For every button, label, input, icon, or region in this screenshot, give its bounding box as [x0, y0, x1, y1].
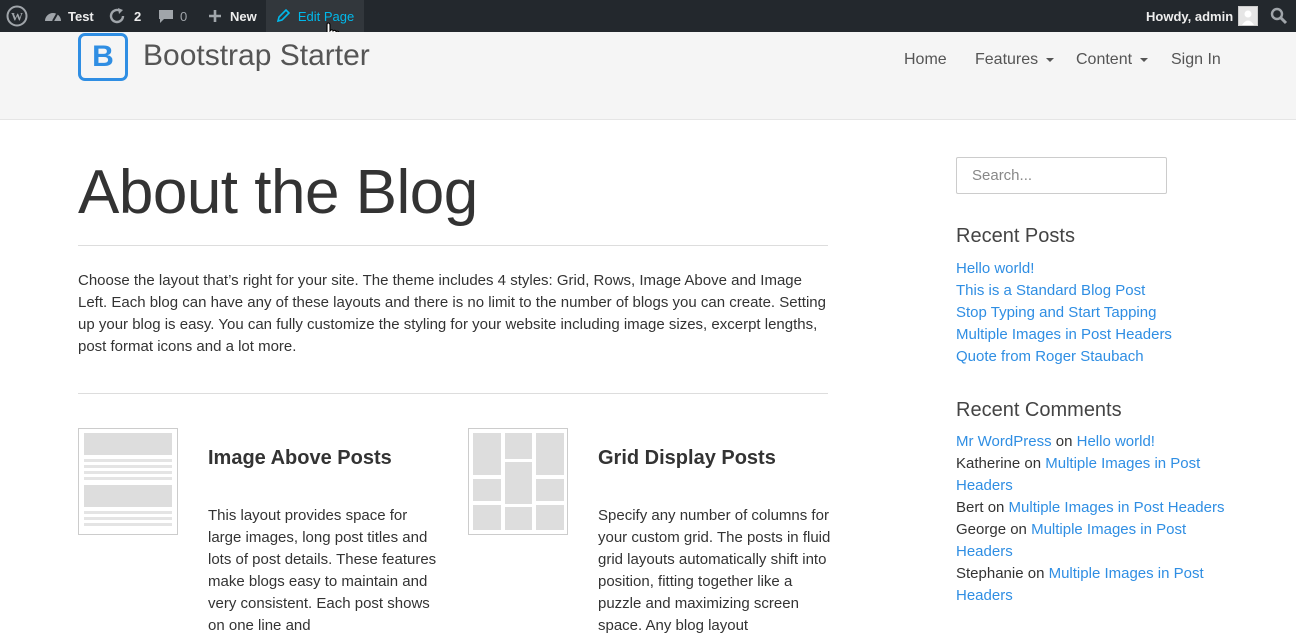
admin-bar-comments[interactable]: 0: [158, 0, 187, 32]
brand-name[interactable]: Bootstrap Starter: [143, 39, 370, 73]
list-item: Katherine on Multiple Images in Post Hea…: [956, 453, 1226, 497]
intro-paragraph: Choose the layout that’s right for your …: [78, 272, 826, 355]
on-word: on: [987, 499, 1005, 516]
comment-author-link[interactable]: Mr WordPress: [956, 433, 1052, 450]
list-item: Multiple Images in Post Headers: [956, 324, 1172, 346]
nav-sign-in-label: Sign In: [1171, 51, 1221, 68]
site-header: B Bootstrap Starter Home Features Conten…: [0, 32, 1296, 120]
nav-home-label: Home: [904, 51, 947, 68]
comment-author: Stephanie: [956, 565, 1024, 582]
list-item: Hello world!: [956, 258, 1172, 280]
svg-text:W: W: [11, 10, 23, 24]
recent-post-link[interactable]: Multiple Images in Post Headers: [956, 326, 1172, 343]
wordpress-logo-icon[interactable]: W: [6, 0, 30, 32]
on-word: on: [1055, 433, 1073, 450]
recent-posts-heading: Recent Posts: [956, 225, 1075, 247]
comment-author: George: [956, 521, 1007, 538]
page-title: About the Blog: [78, 158, 478, 227]
comment-post-link[interactable]: Multiple Images in Post Headers: [1009, 499, 1225, 516]
brand-logo[interactable]: B: [78, 33, 128, 81]
nav-content-label: Content: [1076, 51, 1133, 68]
feature-text-image-above: This layout provides space for large ima…: [208, 507, 437, 634]
grid-display-thumbnail-icon: [468, 428, 568, 535]
recent-post-link[interactable]: This is a Standard Blog Post: [956, 282, 1145, 299]
recent-posts-list: Hello world! This is a Standard Blog Pos…: [956, 258, 1172, 368]
nav-features-label: Features: [975, 51, 1039, 68]
dashboard-icon: [44, 9, 62, 23]
on-word: on: [1010, 521, 1027, 538]
recent-comments-heading: Recent Comments: [956, 399, 1122, 421]
new-label: New: [230, 8, 257, 24]
title-divider: [78, 245, 828, 246]
admin-bar-updates[interactable]: 2: [108, 0, 141, 32]
caret-down-icon: [1046, 58, 1055, 62]
nav-sign-in[interactable]: Sign In: [1171, 50, 1221, 70]
caret-down-icon: [1140, 58, 1149, 62]
admin-bar-site[interactable]: Test: [44, 0, 94, 32]
comments-icon: [158, 8, 174, 24]
on-word: on: [1027, 565, 1045, 582]
site-name: Test: [68, 8, 94, 24]
comment-post-link[interactable]: Hello world!: [1077, 433, 1155, 450]
search-input[interactable]: [956, 157, 1167, 194]
list-item: Stephanie on Multiple Images in Post Hea…: [956, 563, 1226, 607]
nav-content[interactable]: Content: [1076, 50, 1149, 70]
updates-count: 2: [134, 8, 142, 24]
admin-bar-new[interactable]: New: [208, 0, 257, 32]
recent-post-link[interactable]: Quote from Roger Staubach: [956, 348, 1144, 365]
comment-author: Katherine: [956, 455, 1021, 472]
image-above-thumbnail-icon: [78, 428, 178, 535]
admin-bar: W Test 2 0 New Edit Page Howdy, admin: [0, 0, 1296, 32]
avatar[interactable]: [1238, 6, 1258, 26]
admin-search-icon[interactable]: [1270, 0, 1290, 32]
list-item: George on Multiple Images in Post Header…: [956, 519, 1226, 563]
list-item: Bert on Multiple Images in Post Headers: [956, 497, 1226, 519]
pencil-icon: [276, 9, 290, 23]
recent-comments-list: Mr WordPress on Hello world! Katherine o…: [956, 431, 1226, 607]
nav-features[interactable]: Features: [975, 50, 1055, 70]
howdy-text[interactable]: Howdy, admin: [1146, 0, 1233, 32]
nav-home[interactable]: Home: [904, 50, 947, 70]
list-item: This is a Standard Blog Post: [956, 280, 1172, 302]
list-item: Mr WordPress on Hello world!: [956, 431, 1226, 453]
on-word: on: [1024, 455, 1042, 472]
recent-post-link[interactable]: Stop Typing and Start Tapping: [956, 304, 1156, 321]
edit-page-link[interactable]: Edit Page: [266, 0, 364, 32]
updates-icon: [108, 7, 126, 25]
list-item: Stop Typing and Start Tapping: [956, 302, 1172, 324]
comments-count: 0: [180, 8, 188, 24]
feature-title-grid-display: Grid Display Posts: [598, 447, 776, 469]
comment-author: Bert: [956, 499, 984, 516]
intro-divider: [78, 393, 828, 394]
recent-post-link[interactable]: Hello world!: [956, 260, 1034, 277]
list-item: Quote from Roger Staubach: [956, 346, 1172, 368]
plus-icon: [208, 9, 222, 23]
feature-text-grid-display: Specify any number of columns for your c…: [598, 507, 831, 634]
feature-title-image-above: Image Above Posts: [208, 447, 392, 469]
